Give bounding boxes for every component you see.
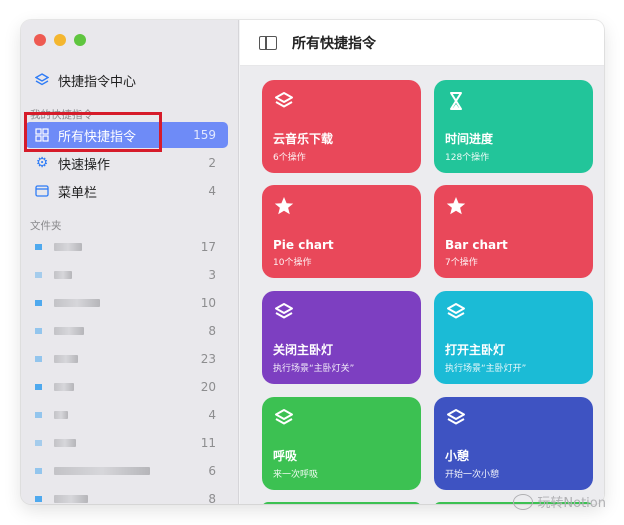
shortcuts-window: 快捷指令中心 我的快捷指令 所有快捷指令 159 ⚙ 快速操作 2 菜单栏 4 … xyxy=(21,20,604,504)
watermark: 玩转Notion xyxy=(513,492,606,511)
shortcut-subtitle: 10个操作 xyxy=(273,258,312,268)
sidebar-item-label: 快速操作 xyxy=(58,157,111,173)
menubar-icon xyxy=(34,183,50,199)
shortcut-subtitle: 执行场景“主卧灯开” xyxy=(445,364,527,374)
folder-icon xyxy=(35,440,42,446)
folder-icon xyxy=(35,328,42,334)
shortcut-card[interactable]: 云音乐下载 6个操作 xyxy=(262,80,421,173)
shortcut-name: 小憩 xyxy=(445,449,470,463)
folder-count: 4 xyxy=(208,408,216,422)
watermark-text: 玩转Notion xyxy=(537,496,606,511)
folder-item[interactable]: 23 xyxy=(25,348,228,370)
page-title: 所有快捷指令 xyxy=(292,35,376,52)
shortcut-card[interactable]: 小憩 开始一次小憩 xyxy=(434,397,593,490)
shortcut-card[interactable]: Bar chart 7个操作 xyxy=(434,185,593,278)
gear-icon: ⚙ xyxy=(35,155,49,171)
shortcut-subtitle: 开始一次小憩 xyxy=(445,470,500,480)
folder-count: 6 xyxy=(208,464,216,478)
sidebar-item-count: 2 xyxy=(208,156,216,170)
folder-item[interactable]: 20 xyxy=(25,376,228,398)
sidebar-item-label: 快捷指令中心 xyxy=(58,74,137,90)
minimize-window-button[interactable] xyxy=(54,34,66,46)
shortcut-name: 关闭主卧灯 xyxy=(273,343,334,357)
folder-item[interactable]: 4 xyxy=(25,404,228,426)
folder-count: 23 xyxy=(200,352,216,366)
sidebar-item-label: 菜单栏 xyxy=(58,185,98,201)
folder-count: 8 xyxy=(208,324,216,338)
folder-item[interactable]: 6 xyxy=(25,460,228,482)
shortcut-name: 呼吸 xyxy=(273,449,298,463)
shortcut-card-partial[interactable] xyxy=(262,502,421,504)
wechat-icon xyxy=(513,493,534,510)
main-content: 所有快捷指令 云音乐下载 6个操作 时间进度 128个操作 Pie chart … xyxy=(240,20,604,504)
layers-icon xyxy=(273,301,295,323)
layers-icon xyxy=(273,407,295,429)
shortcut-card[interactable]: 关闭主卧灯 执行场景“主卧灯关” xyxy=(262,291,421,384)
shortcut-subtitle: 来一次呼吸 xyxy=(273,470,319,480)
section-header-folders: 文件夹 xyxy=(30,220,62,232)
window-controls xyxy=(34,34,86,46)
folder-item[interactable]: 8 xyxy=(25,320,228,342)
folder-icon xyxy=(35,272,42,278)
shortcut-name: 时间进度 xyxy=(445,132,494,146)
sidebar-item-count: 4 xyxy=(208,184,216,198)
folder-count: 11 xyxy=(200,436,216,450)
close-window-button[interactable] xyxy=(34,34,46,46)
folder-icon xyxy=(35,356,42,362)
shortcut-subtitle: 7个操作 xyxy=(445,258,478,268)
folder-item[interactable]: 17 xyxy=(25,236,228,258)
sidebar-item-count: 159 xyxy=(193,128,216,142)
folder-count: 20 xyxy=(200,380,216,394)
sidebar-item-quick-actions[interactable]: ⚙ 快速操作 2 xyxy=(25,150,228,176)
folder-icon xyxy=(35,244,42,250)
shortcut-card[interactable]: 呼吸 来一次呼吸 xyxy=(262,397,421,490)
folder-count: 8 xyxy=(208,492,216,504)
folder-count: 10 xyxy=(200,296,216,310)
folder-icon xyxy=(35,412,42,418)
shortcut-subtitle: 128个操作 xyxy=(445,153,490,163)
sidebar-item-gallery[interactable]: 快捷指令中心 xyxy=(25,67,228,93)
shortcut-card[interactable]: 打开主卧灯 执行场景“主卧灯开” xyxy=(434,291,593,384)
shortcut-name: Bar chart xyxy=(445,238,508,252)
shortcut-card[interactable]: Pie chart 10个操作 xyxy=(262,185,421,278)
hourglass-icon xyxy=(445,90,467,112)
shortcuts-grid: 云音乐下载 6个操作 时间进度 128个操作 Pie chart 10个操作 B… xyxy=(240,66,604,504)
folder-count: 17 xyxy=(200,240,216,254)
folder-item[interactable]: 8 xyxy=(25,488,228,504)
layers-icon xyxy=(34,72,50,88)
folder-item[interactable]: 10 xyxy=(25,292,228,314)
shortcut-card[interactable]: 时间进度 128个操作 xyxy=(434,80,593,173)
layers-icon xyxy=(445,301,467,323)
sidebar: 快捷指令中心 我的快捷指令 所有快捷指令 159 ⚙ 快速操作 2 菜单栏 4 … xyxy=(21,20,239,504)
shortcut-subtitle: 执行场景“主卧灯关” xyxy=(273,364,355,374)
folder-icon xyxy=(35,468,42,474)
star-icon xyxy=(445,195,467,217)
zoom-window-button[interactable] xyxy=(74,34,86,46)
layers-icon xyxy=(273,90,295,112)
folder-icon xyxy=(35,496,42,502)
shortcut-subtitle: 6个操作 xyxy=(273,153,306,163)
highlight-annotation-box xyxy=(24,112,162,152)
folder-icon xyxy=(35,384,42,390)
folder-icon xyxy=(35,300,42,306)
toolbar: 所有快捷指令 xyxy=(240,20,604,66)
shortcut-name: 打开主卧灯 xyxy=(445,343,506,357)
star-icon xyxy=(273,195,295,217)
folder-item[interactable]: 3 xyxy=(25,264,228,286)
shortcut-name: Pie chart xyxy=(273,238,334,252)
sidebar-item-menubar[interactable]: 菜单栏 4 xyxy=(25,178,228,204)
shortcut-name: 云音乐下载 xyxy=(273,132,334,146)
folder-item[interactable]: 11 xyxy=(25,432,228,454)
layers-icon xyxy=(445,407,467,429)
folder-count: 3 xyxy=(208,268,216,282)
sidebar-toggle-icon[interactable] xyxy=(259,35,277,50)
